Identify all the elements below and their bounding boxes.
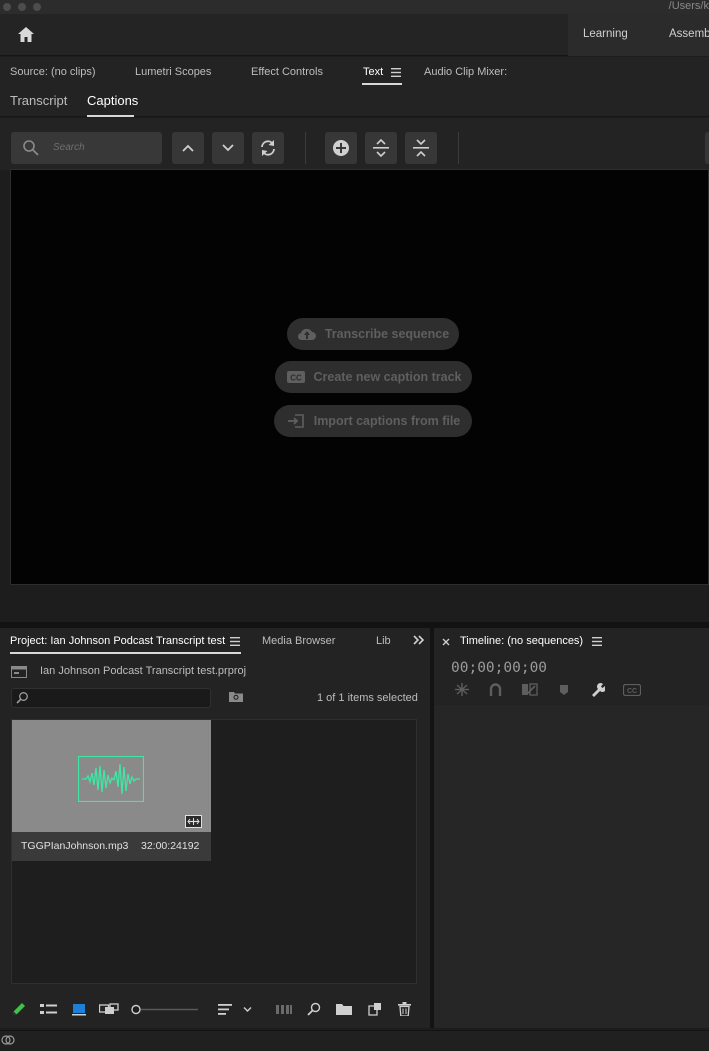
svg-text:CC: CC: [290, 374, 302, 383]
close-window-dot[interactable]: [3, 3, 11, 11]
icon-view-icon[interactable]: [72, 1003, 86, 1019]
nest-sequence-icon[interactable]: [455, 683, 469, 699]
source-panel-tabbar: [0, 57, 709, 87]
double-chevron-right-icon[interactable]: [413, 635, 425, 648]
cc-icon: CC: [286, 371, 305, 383]
minimize-window-dot[interactable]: [18, 3, 26, 11]
active-subtab-indicator: [87, 115, 134, 117]
active-tab-indicator: [10, 652, 241, 654]
snap-magnet-icon[interactable]: [489, 683, 502, 699]
pencil-icon[interactable]: [11, 1002, 26, 1020]
home-icon[interactable]: [16, 25, 36, 45]
audio-waveform-icon: [77, 755, 145, 805]
timeline-track-area[interactable]: [434, 705, 709, 1028]
freeform-view-icon[interactable]: [98, 1003, 119, 1019]
add-marker-icon[interactable]: [559, 684, 569, 699]
zoom-window-dot[interactable]: [33, 3, 41, 11]
next-caption-button[interactable]: [212, 132, 244, 164]
list-view-icon[interactable]: [40, 1004, 57, 1018]
status-bar: [0, 1030, 709, 1051]
tab-effect-controls[interactable]: Effect Controls: [251, 66, 323, 78]
automate-to-sequence-icon[interactable]: [276, 1004, 292, 1018]
tab-lumetri-scopes[interactable]: Lumetri Scopes: [135, 66, 211, 78]
panel-menu-icon[interactable]: [230, 637, 240, 649]
zoom-slider[interactable]: [130, 1004, 200, 1018]
creative-cloud-icon[interactable]: [1, 1034, 15, 1049]
new-bin-icon[interactable]: [336, 1003, 352, 1018]
merge-captions-button[interactable]: [405, 132, 437, 164]
add-circle-icon: [333, 140, 349, 156]
cloud-upload-icon: [297, 328, 316, 341]
svg-text:CC: CC: [627, 688, 637, 695]
split-caption-button[interactable]: [365, 132, 397, 164]
chevron-up-icon: [182, 144, 194, 152]
subtab-transcript[interactable]: Transcript: [10, 93, 67, 108]
window-path: /Users/k: [668, 0, 709, 12]
toolbar-divider: [458, 132, 459, 164]
project-file-name: Ian Johnson Podcast Transcript test.prpr…: [40, 665, 247, 677]
new-search-bin-icon[interactable]: [228, 690, 244, 706]
subtab-captions[interactable]: Captions: [87, 93, 138, 108]
tab-audio-clip-mixer[interactable]: Audio Clip Mixer:: [424, 66, 507, 78]
trash-icon[interactable]: [398, 1002, 411, 1019]
panel-menu-icon[interactable]: [391, 68, 401, 80]
active-tab-indicator: [362, 83, 402, 85]
wrench-icon[interactable]: [590, 682, 607, 700]
search-icon: [16, 691, 29, 707]
new-item-icon[interactable]: [368, 1002, 382, 1019]
import-captions-button[interactable]: Import captions from file: [274, 405, 472, 437]
sort-icon[interactable]: [218, 1003, 254, 1019]
tab-libraries[interactable]: Lib: [376, 635, 391, 647]
selection-status: 1 of 1 items selected: [317, 692, 418, 704]
chevron-down-icon: [222, 144, 234, 152]
tab-text[interactable]: Text: [363, 66, 383, 78]
create-caption-track-button[interactable]: CC Create new caption track: [275, 361, 472, 393]
split-icon: [373, 139, 389, 157]
tab-media-browser[interactable]: Media Browser: [262, 635, 335, 647]
linked-selection-icon[interactable]: [522, 683, 538, 699]
timeline-title[interactable]: Timeline: (no sequences): [460, 635, 583, 647]
toolbar-divider: [305, 132, 306, 164]
search-icon: [22, 139, 40, 160]
import-label: Import captions from file: [313, 414, 461, 428]
add-caption-button[interactable]: [325, 132, 357, 164]
import-icon: [287, 414, 304, 428]
clip-duration: 32:00:24192: [141, 840, 200, 852]
transcribe-sequence-button[interactable]: Transcribe sequence: [287, 318, 459, 350]
clip-name: TGGPIanJohnson.mp3: [21, 840, 129, 852]
captions-display-icon[interactable]: CC: [622, 683, 642, 699]
panel-menu-icon[interactable]: [592, 637, 602, 649]
tab-project[interactable]: Project: Ian Johnson Podcast Transcript …: [10, 635, 225, 647]
close-icon[interactable]: [442, 637, 450, 649]
workspace-tab-assembly[interactable]: Assemb: [669, 28, 709, 40]
tab-source[interactable]: Source: (no clips): [10, 66, 96, 78]
workspace-tab-learning[interactable]: Learning: [583, 28, 628, 40]
project-search-input[interactable]: [11, 688, 211, 708]
audio-clip-badge-icon: [185, 815, 202, 831]
transcribe-label: Transcribe sequence: [324, 327, 450, 341]
timecode-display[interactable]: 00;00;00;00: [451, 660, 547, 676]
create-track-label: Create new caption track: [313, 370, 462, 384]
overflow-button-edge[interactable]: [705, 132, 709, 164]
refresh-button[interactable]: [252, 132, 284, 164]
previous-caption-button[interactable]: [172, 132, 204, 164]
window-titlebar: [0, 0, 709, 14]
find-icon[interactable]: [307, 1002, 321, 1019]
merge-icon: [413, 139, 429, 157]
project-file-icon: [11, 665, 27, 682]
search-placeholder: Search: [53, 142, 85, 153]
refresh-icon: [261, 140, 275, 156]
